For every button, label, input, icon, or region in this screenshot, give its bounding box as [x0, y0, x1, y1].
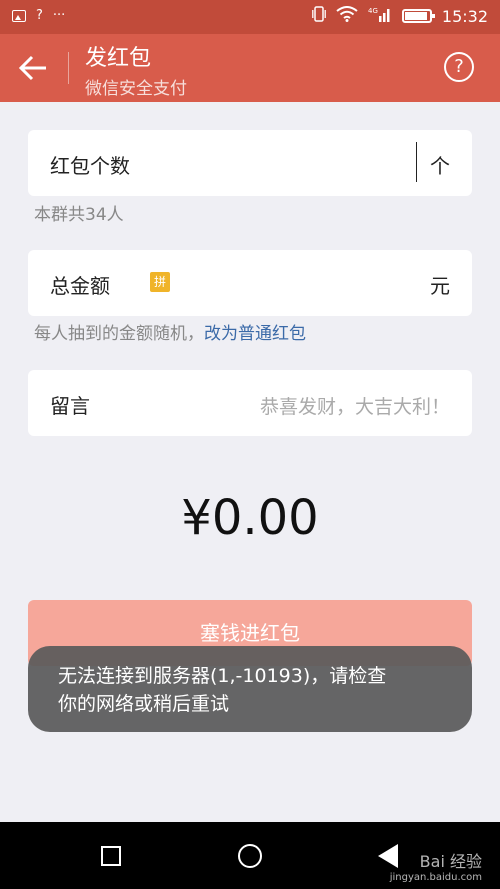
message-label: 留言 [50, 394, 90, 418]
total-amount: ¥0.00 [181, 490, 319, 546]
text-cursor [415, 142, 417, 182]
pin-badge: 拼 [150, 272, 170, 292]
count-field[interactable]: 红包个数 个 [28, 130, 472, 196]
recent-apps-icon[interactable] [101, 846, 121, 866]
status-right: 4G 15:32 [312, 6, 488, 26]
watermark-main: Bai 经验 [419, 852, 482, 871]
title-bar: 发红包 微信安全支付 ? [0, 34, 500, 102]
error-toast: 无法连接到服务器(1,-10193)，请检查 你的网络或稍后重试 [28, 646, 472, 732]
toast-line-1: 无法连接到服务器(1,-10193)，请检查 [58, 665, 387, 687]
image-icon [12, 9, 26, 22]
title-divider [68, 52, 69, 84]
message-input[interactable]: 恭喜发财，大吉大利！ [260, 392, 450, 419]
svg-text:4G: 4G [368, 7, 378, 15]
page-subtitle: 微信安全支付 [85, 79, 187, 99]
wifi-icon [336, 6, 358, 26]
home-icon[interactable] [238, 844, 262, 868]
watermark: Bai 经验 jingyan.baidu.com [390, 848, 482, 883]
amount-label: 总金额 [50, 274, 110, 298]
more-icon: ··· [52, 8, 66, 23]
back-button[interactable] [18, 52, 52, 84]
message-field[interactable]: 留言 恭喜发财，大吉大利！ [28, 370, 472, 436]
amount-hint: 每人抽到的金额随机，改为普通红包 [34, 319, 306, 344]
count-hint: 本群共34人 [34, 205, 124, 225]
amount-unit: 元 [430, 274, 450, 298]
question-mark-icon: ? [454, 56, 464, 77]
toast-line-2: 你的网络或稍后重试 [58, 693, 230, 715]
count-label: 红包个数 [50, 154, 130, 178]
count-unit: 个 [430, 154, 450, 178]
help-button[interactable]: ? [444, 52, 474, 82]
arrow-left-icon [18, 55, 46, 81]
page-title: 发红包 [85, 46, 152, 71]
amount-hint-text: 每人抽到的金额随机， [34, 324, 204, 344]
status-left: ? ··· [12, 8, 65, 23]
signal-4g-icon: 4G [368, 6, 392, 26]
navigation-bar: Bai 经验 jingyan.baidu.com [0, 822, 500, 889]
watermark-url: jingyan.baidu.com [389, 872, 482, 883]
question-icon: ? [36, 8, 43, 23]
status-time: 15:32 [441, 6, 488, 26]
status-bar: ? ··· 4G 15:32 [0, 0, 500, 34]
battery-icon [401, 9, 435, 23]
switch-normal-packet-link[interactable]: 改为普通红包 [204, 324, 306, 344]
vibrate-icon [312, 6, 326, 26]
amount-field[interactable]: 总金额 拼 元 [28, 250, 472, 316]
